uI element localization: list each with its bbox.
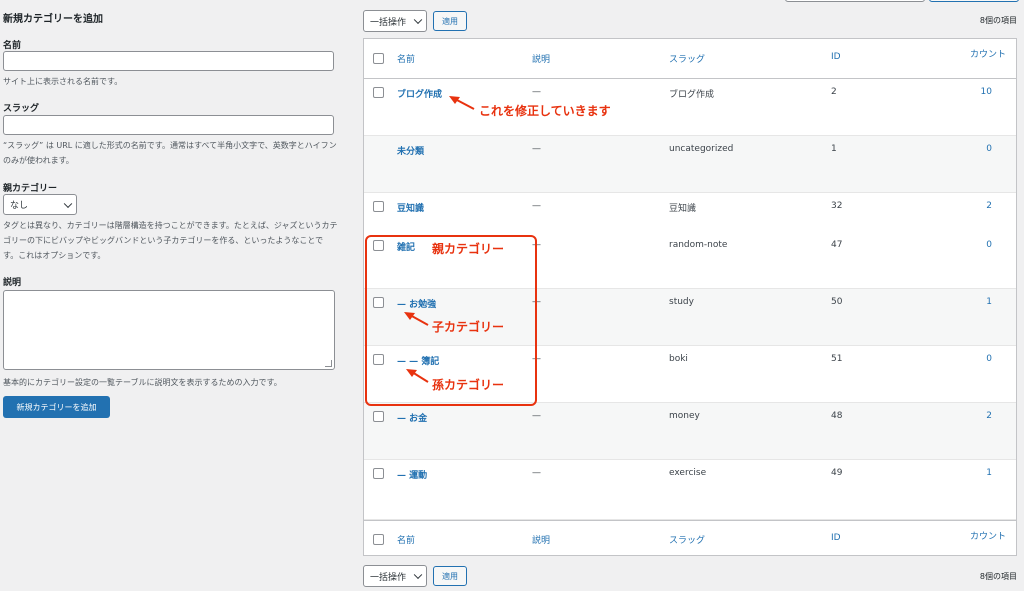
annotation-child: 子カテゴリー [432, 320, 505, 334]
annotation-grandchild: 孫カテゴリー [432, 378, 505, 392]
annotation-arrows [404, 96, 475, 383]
annotation-edit-note: これを修正していきます [479, 104, 611, 118]
annotation-parent: 親カテゴリー [432, 242, 505, 256]
